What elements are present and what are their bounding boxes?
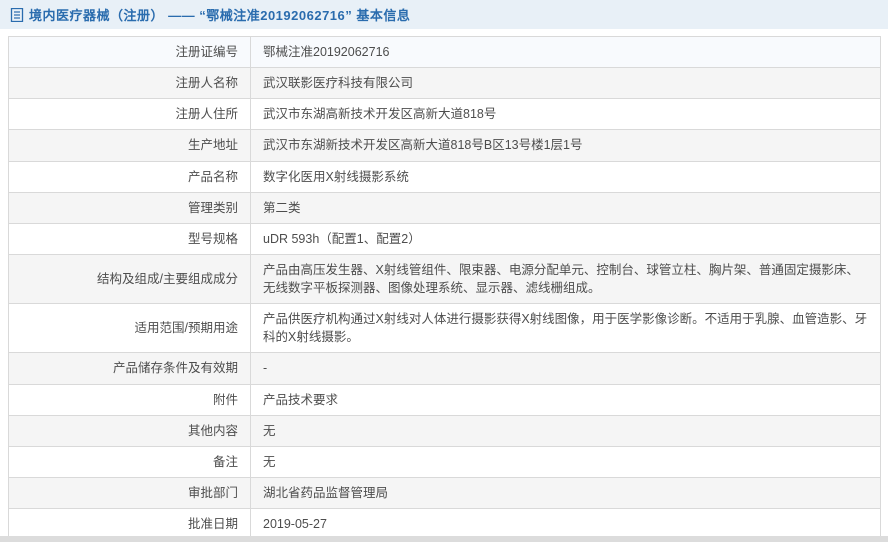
row-value: 产品技术要求 [250, 383, 881, 416]
table-row: 管理类别 第二类 [8, 191, 881, 224]
row-label: 批准日期 [8, 507, 251, 541]
row-value: 无 [250, 445, 881, 478]
table-row: 生产地址 武汉市东湖新技术开发区高新大道818号B区13号楼1层1号 [8, 129, 881, 162]
row-label: 其他内容 [8, 414, 251, 447]
row-value: 第二类 [250, 191, 881, 224]
row-label: 附件 [8, 383, 251, 416]
row-label: 结构及组成/主要组成成分 [8, 253, 251, 305]
table-row: 备注无 [8, 445, 881, 478]
row-label: 型号规格 [8, 222, 251, 255]
row-value: 2019-05-27 [250, 507, 881, 541]
table-row: 附件 产品技术要求 [8, 383, 881, 416]
table-row: 审批部门 湖北省药品监督管理局 [8, 476, 881, 510]
registration-info-table: 注册证编号 鄂械注准20192062716 注册人名称 武汉联影医疗科技有限公司 注册人… [8, 35, 881, 542]
table-row: 产品储存条件及有效期 - [8, 352, 881, 385]
row-value: 鄂械注准20192062716 [250, 35, 881, 69]
table-row: 产品名称 数字化医用X射线摄影系统 [8, 160, 881, 193]
table-row: 型号规格 uDR 593h（配置1、配置2） [8, 222, 881, 255]
row-label: 适用范围/预期用途 [8, 303, 251, 354]
row-value: 产品由高压发生器、X射线管组件、限束器、电源分配单元、控制台、球管立柱、胸片架、… [250, 253, 881, 305]
table-row: 结构及组成/主要组成成分 产品由高压发生器、X射线管组件、限束器、电源分配单元、控… [8, 253, 881, 305]
row-value: 武汉市东湖高新技术开发区高新大道818号 [250, 98, 881, 131]
table-row: 适用范围/预期用途 产品供医疗机构通过X射线对人体进行摄影获得X射线图像，用于医学… [8, 303, 881, 354]
row-value: uDR 593h（配置1、配置2） [250, 222, 881, 255]
document-icon [10, 7, 24, 22]
page-header: 境内医疗器械（注册） —— “鄂械注准20192062716” 基本信息 [0, 0, 888, 29]
row-label: 注册人住所 [8, 98, 251, 131]
table-row: 注册证编号 鄂械注准20192062716 [8, 35, 881, 69]
row-value: 数字化医用X射线摄影系统 [250, 160, 881, 193]
page-bottom-divider [0, 536, 888, 542]
row-value: 武汉联影医疗科技有限公司 [250, 67, 881, 100]
row-value: 武汉市东湖新技术开发区高新大道818号B区13号楼1层1号 [250, 129, 881, 162]
table-row: 注册人住所 武汉市东湖高新技术开发区高新大道818号 [8, 98, 881, 131]
page-title: 境内医疗器械（注册） —— “鄂械注准20192062716” 基本信息 [29, 8, 411, 23]
row-label: 生产地址 [8, 129, 251, 162]
table-row: 其他内容无 [8, 414, 881, 447]
row-label: 注册人名称 [8, 67, 251, 100]
row-label: 产品名称 [8, 160, 251, 193]
row-value: - [250, 352, 881, 385]
row-label: 审批部门 [8, 476, 251, 510]
row-value: 无 [250, 414, 881, 447]
row-label: 管理类别 [8, 191, 251, 224]
row-label: 产品储存条件及有效期 [8, 352, 251, 385]
table-row: 注册人名称 武汉联影医疗科技有限公司 [8, 67, 881, 100]
row-label: 备注 [8, 445, 251, 478]
row-value: 产品供医疗机构通过X射线对人体进行摄影获得X射线图像，用于医学影像诊断。不适用于… [250, 303, 881, 354]
table-row: 批准日期 2019-05-27 [8, 507, 881, 541]
row-value: 湖北省药品监督管理局 [250, 476, 881, 510]
row-label: 注册证编号 [8, 35, 251, 69]
